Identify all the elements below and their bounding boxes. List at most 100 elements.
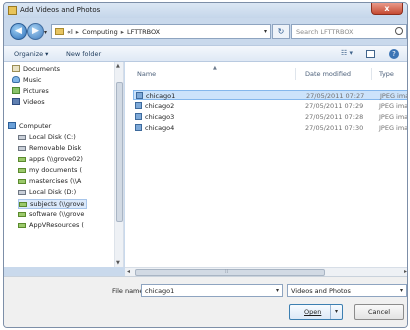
file-type: JPEG image	[379, 124, 408, 132]
file-type: JPEG image	[379, 102, 408, 110]
documents-icon	[12, 65, 20, 72]
recent-pages-icon[interactable]: ▾	[44, 29, 47, 36]
computer-icon	[8, 122, 16, 129]
title-bar: Add Videos and Photos x	[4, 3, 407, 18]
nav-computer[interactable]: Computer	[8, 122, 51, 132]
nav-documents[interactable]: Documents	[12, 65, 60, 75]
nav-drive-4[interactable]: mastercises (\\A	[18, 177, 81, 187]
file-name: chicago2	[145, 102, 175, 110]
horizontal-scrollbar[interactable]: ◂ ⁞⁞ ▸	[125, 267, 407, 276]
file-type-value: Videos and Photos	[291, 287, 351, 295]
nav-drive-6[interactable]: subjects (\\grove	[18, 199, 88, 209]
nav-music[interactable]: Music	[12, 76, 42, 86]
column-header-type[interactable]: Type	[379, 70, 394, 78]
scroll-right-icon[interactable]: ▸	[404, 268, 407, 275]
toolbar: Organize ▾ New folder ☷ ▾ ?	[4, 45, 407, 62]
close-button[interactable]: x	[371, 3, 403, 15]
new-folder-button[interactable]: New folder	[66, 50, 101, 58]
nav-pictures[interactable]: Pictures	[12, 87, 49, 97]
hard-disk-icon	[18, 135, 26, 140]
file-name: chicago4	[145, 124, 175, 132]
cancel-button[interactable]: Cancel	[354, 304, 404, 320]
open-options-icon[interactable]: ▾	[330, 305, 342, 319]
breadcrumb-computing[interactable]: Computing	[82, 28, 118, 36]
network-drive-icon	[19, 202, 27, 207]
file-type: JPEG image	[379, 113, 408, 121]
nav-drive-7[interactable]: software (\\grove	[18, 210, 84, 220]
address-bar[interactable]: «l ▸ Computing ▸ LFTTRBOX ▾	[51, 24, 271, 39]
scroll-grip-icon: ⁞⁞	[225, 269, 229, 275]
open-button[interactable]: Open ▾	[289, 304, 343, 320]
file-row[interactable]: chicago4 27/05/2011 07:30 JPEG image	[133, 123, 408, 133]
chevron-down-icon[interactable]: ▾	[276, 287, 279, 294]
videos-icon	[12, 98, 20, 105]
address-dropdown-icon[interactable]: ▾	[264, 28, 267, 35]
network-drive-icon	[18, 179, 26, 184]
image-file-icon	[136, 92, 143, 99]
open-label: Open	[304, 308, 322, 316]
nav-drive-1[interactable]: Removable Disk	[18, 144, 81, 154]
help-icon[interactable]: ?	[389, 49, 399, 59]
column-divider[interactable]	[371, 68, 372, 80]
chevron-down-icon[interactable]: ▾	[400, 287, 403, 294]
scroll-down-icon[interactable]: ▼	[116, 260, 120, 266]
navigation-pane: Documents Music Pictures Videos Computer…	[4, 62, 124, 267]
sort-indicator-icon: ▲	[213, 65, 217, 71]
network-drive-icon	[18, 157, 26, 162]
file-name: chicago3	[145, 113, 175, 121]
nav-drive-0[interactable]: Local Disk (C:)	[18, 133, 76, 143]
folder-icon	[55, 28, 64, 35]
views-icon[interactable]: ☷ ▾	[341, 49, 353, 57]
breadcrumb-separator: ▸	[120, 28, 125, 36]
scroll-left-icon[interactable]: ◂	[127, 268, 130, 275]
organize-menu[interactable]: Organize ▾	[14, 50, 48, 58]
search-box[interactable]: Search LFTTRBOX	[291, 24, 407, 39]
column-divider[interactable]	[295, 68, 296, 80]
file-type-select[interactable]: Videos and Photos ▾	[287, 284, 407, 297]
column-header-date[interactable]: Date modified	[305, 70, 351, 78]
nav-videos[interactable]: Videos	[12, 98, 45, 108]
breadcrumb: «l ▸ Computing ▸ LFTTRBOX	[67, 28, 160, 36]
back-button[interactable]: ◀	[10, 23, 27, 40]
breadcrumb-folder[interactable]: LFTTRBOX	[127, 28, 160, 36]
music-icon	[12, 76, 20, 83]
search-icon[interactable]	[395, 27, 403, 35]
preview-pane-icon[interactable]	[366, 50, 375, 58]
hard-disk-icon	[18, 190, 26, 195]
file-list: ▲ Name Date modified Type chicago1 27/05…	[125, 62, 408, 267]
removable-disk-icon	[18, 146, 26, 151]
breadcrumb-separator: ▸	[75, 28, 80, 36]
scrollbar-thumb[interactable]	[116, 82, 123, 222]
file-row[interactable]: chicago1 27/05/2011 07:27 JPEG image	[133, 90, 407, 100]
refresh-button[interactable]: ↻	[272, 24, 290, 39]
search-input[interactable]: Search LFTTRBOX	[296, 28, 353, 36]
breadcrumb-root[interactable]: «l	[67, 28, 73, 36]
nav-drive-5[interactable]: Local Disk (D:)	[18, 188, 76, 198]
file-date: 27/05/2011 07:28	[305, 113, 364, 121]
column-header-name[interactable]: Name	[137, 70, 156, 78]
file-type: JPEG image	[380, 92, 407, 100]
navigation-bar: ◀ ▶ ▾ «l ▸ Computing ▸ LFTTRBOX ▾ ↻ Search L…	[4, 18, 407, 45]
image-file-icon	[135, 102, 142, 109]
file-date: 27/05/2011 07:29	[305, 102, 364, 110]
scrollbar-thumb[interactable]	[135, 269, 325, 276]
forward-button[interactable]: ▶	[27, 23, 44, 40]
dialog-footer: File name: chicago1 ▾ Videos and Photos …	[4, 276, 407, 327]
network-drive-icon	[18, 223, 26, 228]
window-title: Add Videos and Photos	[20, 6, 101, 14]
file-name: chicago1	[146, 92, 176, 100]
file-row[interactable]: chicago2 27/05/2011 07:29 JPEG image	[133, 101, 408, 111]
nav-drive-3[interactable]: my documents (	[18, 166, 82, 176]
file-date: 27/05/2011 07:27	[306, 92, 365, 100]
pictures-icon	[12, 87, 20, 94]
nav-drive-2[interactable]: apps (\\grove02)	[18, 155, 83, 165]
file-row[interactable]: chicago3 27/05/2011 07:28 JPEG image	[133, 112, 408, 122]
filename-value[interactable]: chicago1	[145, 287, 174, 295]
scroll-up-icon[interactable]: ▲	[116, 63, 120, 69]
nav-drive-8[interactable]: AppVResources (	[18, 221, 84, 231]
navigation-scrollbar[interactable]: ▲ ▼	[114, 62, 123, 267]
filename-input[interactable]: chicago1 ▾	[141, 284, 283, 297]
network-drive-icon	[18, 168, 26, 173]
image-file-icon	[135, 113, 142, 120]
image-file-icon	[135, 124, 142, 131]
